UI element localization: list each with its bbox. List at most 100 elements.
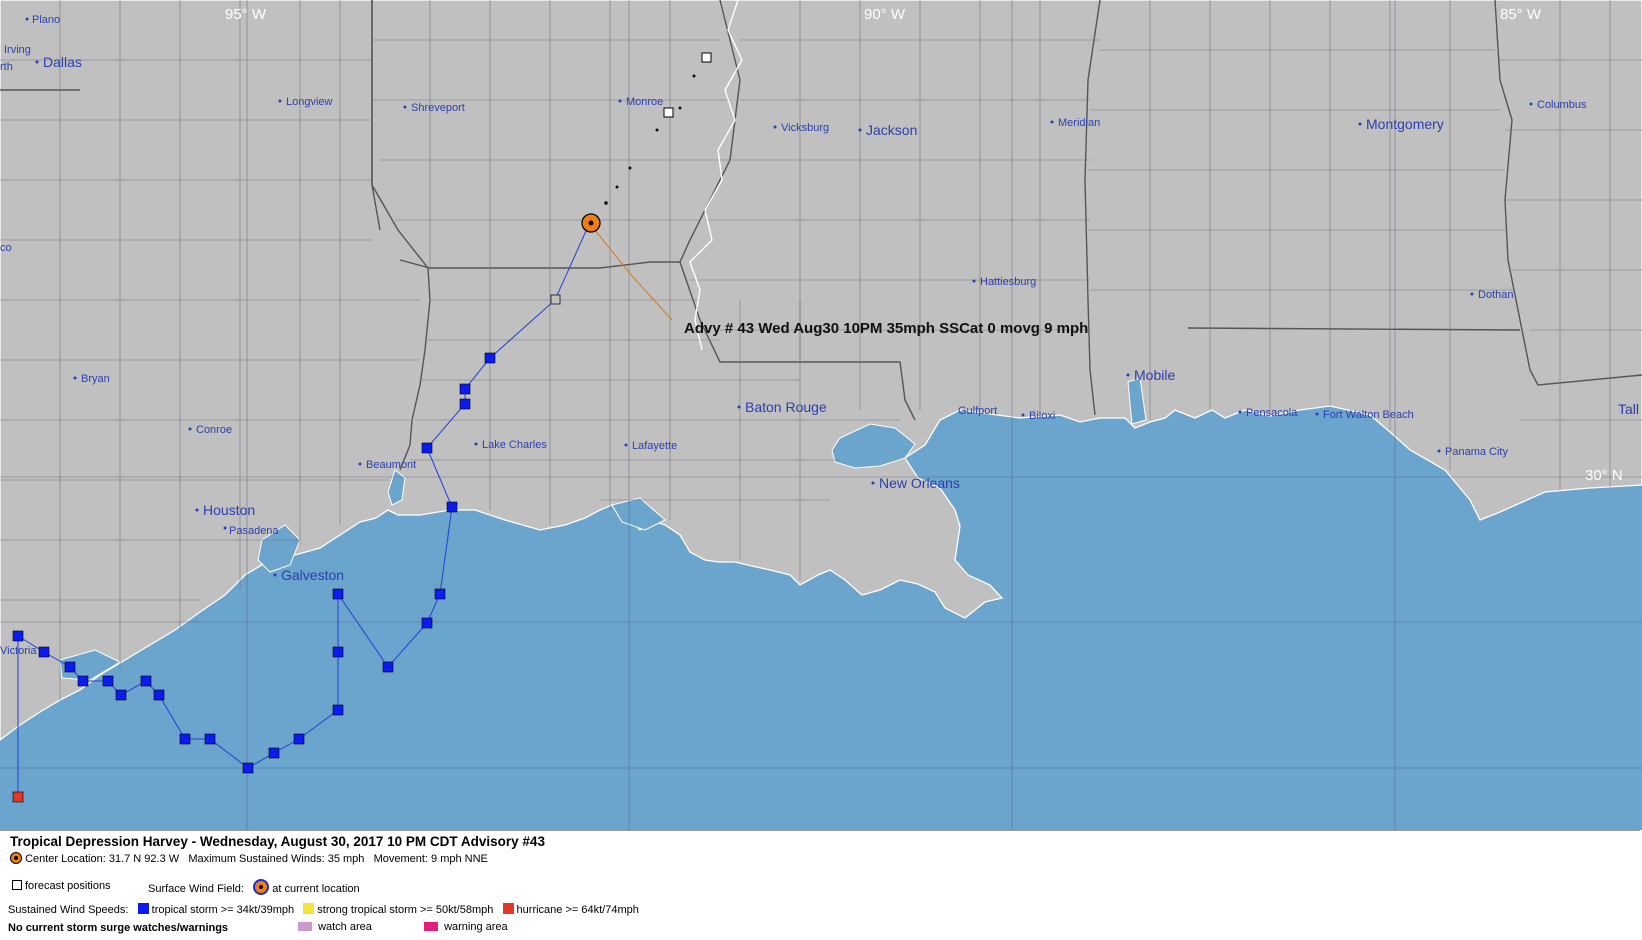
city-jackson: Jackson: [858, 122, 917, 138]
center-location: Center Location: 31.7 N 92.3 W: [25, 853, 180, 865]
svg-text:Hattiesburg: Hattiesburg: [980, 276, 1036, 288]
watch-area-label: watch area: [318, 921, 372, 933]
forecast-position-marker: [663, 107, 674, 118]
svg-text:Jackson: Jackson: [866, 122, 917, 138]
past-position-marker: [421, 617, 433, 629]
svg-text:Dallas: Dallas: [43, 54, 82, 70]
warning-area-label: warning area: [444, 921, 508, 933]
past-position-marker: [459, 383, 471, 395]
legend-center-info: Center Location: 31.7 N 92.3 W Maximum S…: [10, 852, 488, 865]
past-position-marker: [293, 733, 305, 745]
city-shreveport: Shreveport: [403, 102, 465, 114]
city-monroe: Monroe: [618, 96, 663, 108]
city-dallas: Dallas: [35, 54, 82, 70]
hurricane-swatch: [502, 903, 514, 914]
past-position-marker: [140, 675, 152, 687]
city-co: co: [0, 242, 12, 254]
svg-text:Columbus: Columbus: [1537, 99, 1587, 111]
svg-text:Baton Rouge: Baton Rouge: [745, 399, 827, 415]
strong-tropical-storm-label: strong tropical storm >= 50kt/58mph: [317, 904, 494, 916]
map-svg: 95° W 90° W 85° W 30° N Plano Irving rth…: [0, 0, 1642, 830]
svg-text:Gulfport: Gulfport: [958, 405, 997, 417]
city-columbus: Columbus: [1529, 99, 1587, 111]
past-position-marker: [421, 442, 433, 454]
city-hattiesburg: Hattiesburg: [972, 276, 1036, 288]
movement: Movement: 9 mph NNE: [373, 853, 488, 865]
svg-text:Galveston: Galveston: [281, 567, 344, 583]
legend-forecast-positions: forecast positions: [12, 880, 111, 892]
svg-text:New Orleans: New Orleans: [879, 475, 960, 491]
tropical-storm-label: tropical storm >= 34kt/39mph: [151, 904, 295, 916]
city-beaumont: Beaumont: [358, 459, 416, 471]
city-montgomery: Montgomery: [1358, 116, 1444, 132]
forecast-positions-label: forecast positions: [25, 880, 111, 892]
past-position-marker: [115, 689, 127, 701]
grid-label-90w: 90° W: [864, 6, 906, 23]
sustained-wind-speeds-label: Sustained Wind Speeds:: [8, 904, 129, 916]
legend-panel: Tropical Depression Harvey - Wednesday, …: [0, 830, 1640, 940]
storm-center-legend-icon: [10, 852, 22, 864]
legend-wind-field: Surface Wind Field: at current location: [148, 879, 360, 895]
legend-warning-area: warning area: [424, 921, 508, 933]
city-panama-city: Panama City: [1437, 446, 1508, 458]
max-winds: Maximum Sustained Winds: 35 mph: [188, 853, 365, 865]
past-position-marker: [268, 747, 280, 759]
warning-area-swatch: [424, 922, 438, 931]
at-current-location-label: at current location: [272, 883, 360, 895]
svg-text:Bryan: Bryan: [81, 373, 110, 385]
svg-text:Pasadena: Pasadena: [229, 525, 279, 537]
map-area: 95° W 90° W 85° W 30° N Plano Irving rth…: [0, 0, 1642, 830]
city-longview: Longview: [278, 96, 333, 108]
city-irving: Irving: [4, 44, 31, 56]
svg-text:Monroe: Monroe: [626, 96, 663, 108]
past-position-marker-open: [550, 294, 561, 305]
surface-wind-field-label: Surface Wind Field:: [148, 883, 244, 895]
svg-text:Mobile: Mobile: [1134, 367, 1175, 383]
city-baton-rouge: Baton Rouge: [737, 399, 827, 415]
city-conroe: Conroe: [188, 424, 232, 436]
past-position-marker: [446, 501, 458, 513]
land-mass: [0, 0, 1642, 741]
svg-text:co: co: [0, 242, 12, 254]
svg-text:Panama City: Panama City: [1445, 446, 1508, 458]
svg-text:Dothan: Dothan: [1478, 289, 1513, 301]
svg-text:rth: rth: [0, 61, 13, 73]
grid-label-85w: 85° W: [1500, 6, 1542, 23]
city-mobile: Mobile: [1126, 367, 1175, 383]
city-gulfport: Gulfport: [958, 405, 997, 417]
svg-text:Biloxi: Biloxi: [1029, 410, 1055, 422]
svg-text:Tall: Tall: [1618, 401, 1639, 417]
past-position-marker: [153, 689, 165, 701]
svg-text:Vicksburg: Vicksburg: [781, 122, 829, 134]
past-position-marker: [38, 646, 50, 658]
city-fort-walton-beach: Fort Walton Beach: [1315, 409, 1414, 421]
svg-text:Plano: Plano: [32, 14, 60, 26]
legend-title: Tropical Depression Harvey - Wednesday, …: [10, 834, 545, 849]
past-position-marker: [434, 588, 446, 600]
forecast-square-icon: [12, 880, 22, 890]
advisory-label: Advy # 43 Wed Aug30 10PM 35mph SSCat 0 m…: [684, 320, 1088, 337]
city-tall: Tall: [1618, 401, 1639, 417]
city-houston: Houston: [195, 502, 255, 518]
hurricane-position-marker: [12, 791, 24, 803]
svg-text:Fort Walton Beach: Fort Walton Beach: [1323, 409, 1414, 421]
strong-tropical-storm-swatch: [303, 903, 315, 914]
svg-text:Victoria: Victoria: [0, 645, 37, 657]
city-vicksburg: Vicksburg: [773, 122, 829, 134]
past-position-marker: [459, 398, 471, 410]
past-position-marker: [102, 675, 114, 687]
city-lake-charles: Lake Charles: [474, 439, 547, 451]
svg-text:Pensacola: Pensacola: [1246, 407, 1298, 419]
svg-text:Houston: Houston: [203, 502, 255, 518]
svg-text:Meridian: Meridian: [1058, 117, 1100, 129]
svg-text:Lake Charles: Lake Charles: [482, 439, 547, 451]
city-galveston: Galveston: [273, 567, 344, 583]
past-position-marker: [332, 704, 344, 716]
past-position-marker: [77, 675, 89, 687]
legend-wind-speeds: Sustained Wind Speeds: tropical storm >=…: [8, 903, 639, 916]
hurricane-label: hurricane >= 64kt/74mph: [516, 904, 639, 916]
svg-text:Shreveport: Shreveport: [411, 102, 465, 114]
tropical-storm-swatch: [137, 903, 149, 914]
past-position-marker: [179, 733, 191, 745]
city-lafayette: Lafayette: [624, 440, 677, 452]
